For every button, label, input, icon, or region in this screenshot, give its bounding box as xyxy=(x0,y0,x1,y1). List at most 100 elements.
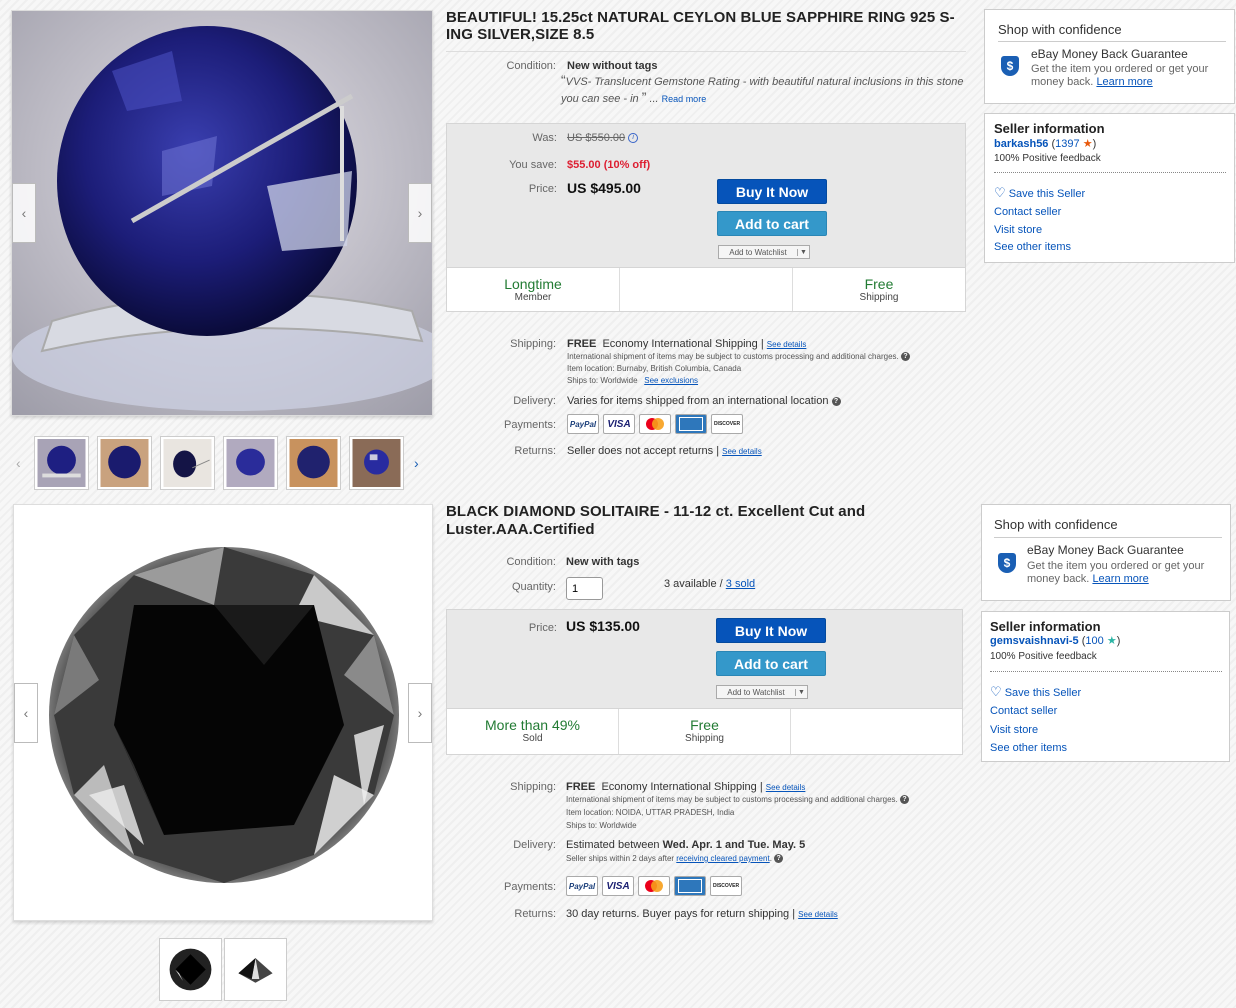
help-icon[interactable]: ? xyxy=(899,795,909,805)
shipping-value: FREE Economy International Shipping | Se… xyxy=(567,338,807,350)
help-icon[interactable]: ? xyxy=(900,352,910,362)
title-divider xyxy=(446,51,966,52)
thumbnail[interactable] xyxy=(223,436,278,490)
delivery-label: Delivery: xyxy=(513,395,556,407)
confidence-heading: Shop with confidence xyxy=(998,22,1122,37)
learn-more-link[interactable]: Learn more xyxy=(1096,76,1152,88)
add-to-cart-button[interactable]: Add to cart xyxy=(717,211,827,236)
sold-count-link[interactable]: 3 sold xyxy=(726,578,755,590)
guarantee-title: eBay Money Back Guarantee xyxy=(1031,47,1188,61)
thumbs-prev-arrow[interactable]: ‹ xyxy=(16,455,21,471)
returns-see-details-link[interactable]: See details xyxy=(798,910,838,919)
seller-name-row: barkash56 (1397 ★) xyxy=(994,138,1097,150)
shop-with-confidence-box: Shop with confidence $ eBay Money Back G… xyxy=(981,504,1231,601)
main-product-image[interactable]: ‹ › xyxy=(13,504,433,921)
shield-icon: $ xyxy=(1001,56,1019,76)
availability: 3 available / 3 sold xyxy=(664,578,756,590)
divider xyxy=(994,172,1226,173)
read-more-link[interactable]: Read more xyxy=(662,94,707,104)
visit-store-link[interactable]: Visit store xyxy=(990,724,1038,736)
seller-name-link[interactable]: gemsvaishnavi-5 xyxy=(990,635,1079,647)
thumbnail[interactable] xyxy=(224,938,287,1001)
buy-it-now-button[interactable]: Buy It Now xyxy=(716,618,826,643)
contact-seller-link[interactable]: Contact seller xyxy=(990,705,1057,717)
payments-label: Payments: xyxy=(504,419,556,431)
see-exclusions-link[interactable]: See exclusions xyxy=(644,376,698,385)
thumbnail[interactable] xyxy=(97,436,152,490)
shop-with-confidence-box: Shop with confidence $ eBay Money Back G… xyxy=(984,9,1235,104)
see-other-items-link[interactable]: See other items xyxy=(990,742,1067,754)
shipping-see-details-link[interactable]: See details xyxy=(766,783,806,792)
paypal-icon: PayPal xyxy=(566,876,598,896)
customs-note: International shipment of items may be s… xyxy=(566,795,909,805)
price-box: Price: US $135.00 Buy It Now Add to cart… xyxy=(446,609,963,755)
returns-value: Seller does not accept returns | See det… xyxy=(567,445,762,457)
thumbnail[interactable] xyxy=(286,436,341,490)
contact-seller-link[interactable]: Contact seller xyxy=(994,206,1061,218)
item-title: BLACK DIAMOND SOLITAIRE - 11-12 ct. Exce… xyxy=(446,503,866,538)
quantity-label: Quantity: xyxy=(511,581,556,593)
stat-cell xyxy=(620,268,793,311)
item-location: Item location: NOIDA, UTTAR PRADESH, Ind… xyxy=(566,808,735,817)
main-product-image[interactable]: ‹ › xyxy=(11,10,433,416)
stat-cell: Free Shipping xyxy=(859,276,899,303)
divider xyxy=(998,41,1226,42)
seller-feedback: 100% Positive feedback xyxy=(994,153,1101,164)
discover-icon: DISCOVER xyxy=(711,414,743,434)
price-label: Price: xyxy=(528,183,557,195)
paypal-icon: PayPal xyxy=(567,414,599,434)
sapphire-ring-photo xyxy=(12,11,432,415)
ships-to: Ships to: Worldwide xyxy=(566,821,637,830)
prev-image-arrow[interactable]: ‹ xyxy=(14,683,38,743)
chevron-down-icon: ▼ xyxy=(797,248,809,256)
was-price: US $550.00 i xyxy=(567,132,639,144)
mastercard-icon xyxy=(638,876,670,896)
prev-image-arrow[interactable]: ‹ xyxy=(12,183,36,243)
star-icon: ★ xyxy=(1106,635,1117,647)
thumbnail[interactable] xyxy=(349,436,404,490)
was-label: Was: xyxy=(532,132,557,144)
thumbs-next-arrow[interactable]: › xyxy=(414,455,419,471)
payment-methods: PayPal VISA DISCOVER xyxy=(567,414,743,434)
shipping-label: Shipping: xyxy=(510,781,556,793)
add-to-watchlist-button[interactable]: Add to Watchlist ▼ xyxy=(718,245,810,259)
add-to-watchlist-button[interactable]: Add to Watchlist ▼ xyxy=(716,685,808,699)
buy-it-now-button[interactable]: Buy It Now xyxy=(717,179,827,204)
add-to-cart-button[interactable]: Add to cart xyxy=(716,651,826,676)
visit-store-link[interactable]: Visit store xyxy=(994,224,1042,236)
discover-icon: DISCOVER xyxy=(710,876,742,896)
seller-info-heading: Seller information xyxy=(990,619,1101,634)
you-save-label: You save: xyxy=(509,159,557,171)
amex-icon xyxy=(674,876,706,896)
see-other-items-link[interactable]: See other items xyxy=(994,241,1071,253)
thumbnail-strip xyxy=(34,436,404,490)
next-image-arrow[interactable]: › xyxy=(408,183,432,243)
returns-see-details-link[interactable]: See details xyxy=(722,447,762,456)
next-image-arrow[interactable]: › xyxy=(408,683,432,743)
you-save-value: $55.00 (10% off) xyxy=(567,159,651,171)
thumbnail[interactable] xyxy=(34,436,89,490)
seller-information-box: Seller information barkash56 (1397 ★) 10… xyxy=(984,113,1235,263)
quantity-input[interactable] xyxy=(566,577,603,600)
price-value: US $135.00 xyxy=(566,618,640,634)
help-icon[interactable]: ? xyxy=(774,854,784,864)
visa-icon: VISA xyxy=(602,876,634,896)
heart-icon: ♡ xyxy=(990,684,1002,699)
shipping-see-details-link[interactable]: See details xyxy=(767,340,807,349)
save-seller-link[interactable]: ♡ Save this Seller xyxy=(990,684,1081,700)
cleared-payment-link[interactable]: receiving cleared payment xyxy=(676,854,769,863)
thumbnail[interactable] xyxy=(160,436,215,490)
feedback-score-link[interactable]: 1397 xyxy=(1055,138,1079,150)
condition-value: New with tags xyxy=(566,556,640,568)
seller-name-link[interactable]: barkash56 xyxy=(994,138,1048,150)
chevron-down-icon: ▼ xyxy=(795,688,807,696)
save-seller-link[interactable]: ♡ Save this Seller xyxy=(994,185,1085,201)
thumbnail[interactable] xyxy=(159,938,222,1001)
help-icon[interactable]: ? xyxy=(831,396,841,406)
feedback-score-link[interactable]: 100 xyxy=(1085,635,1103,647)
learn-more-link[interactable]: Learn more xyxy=(1092,573,1148,585)
info-icon[interactable]: i xyxy=(628,133,639,144)
customs-note: International shipment of items may be s… xyxy=(567,352,910,362)
price-box: Was: US $550.00 i You save: $55.00 (10% … xyxy=(446,123,966,312)
delivery-value: Varies for items shipped from an interna… xyxy=(567,395,841,407)
